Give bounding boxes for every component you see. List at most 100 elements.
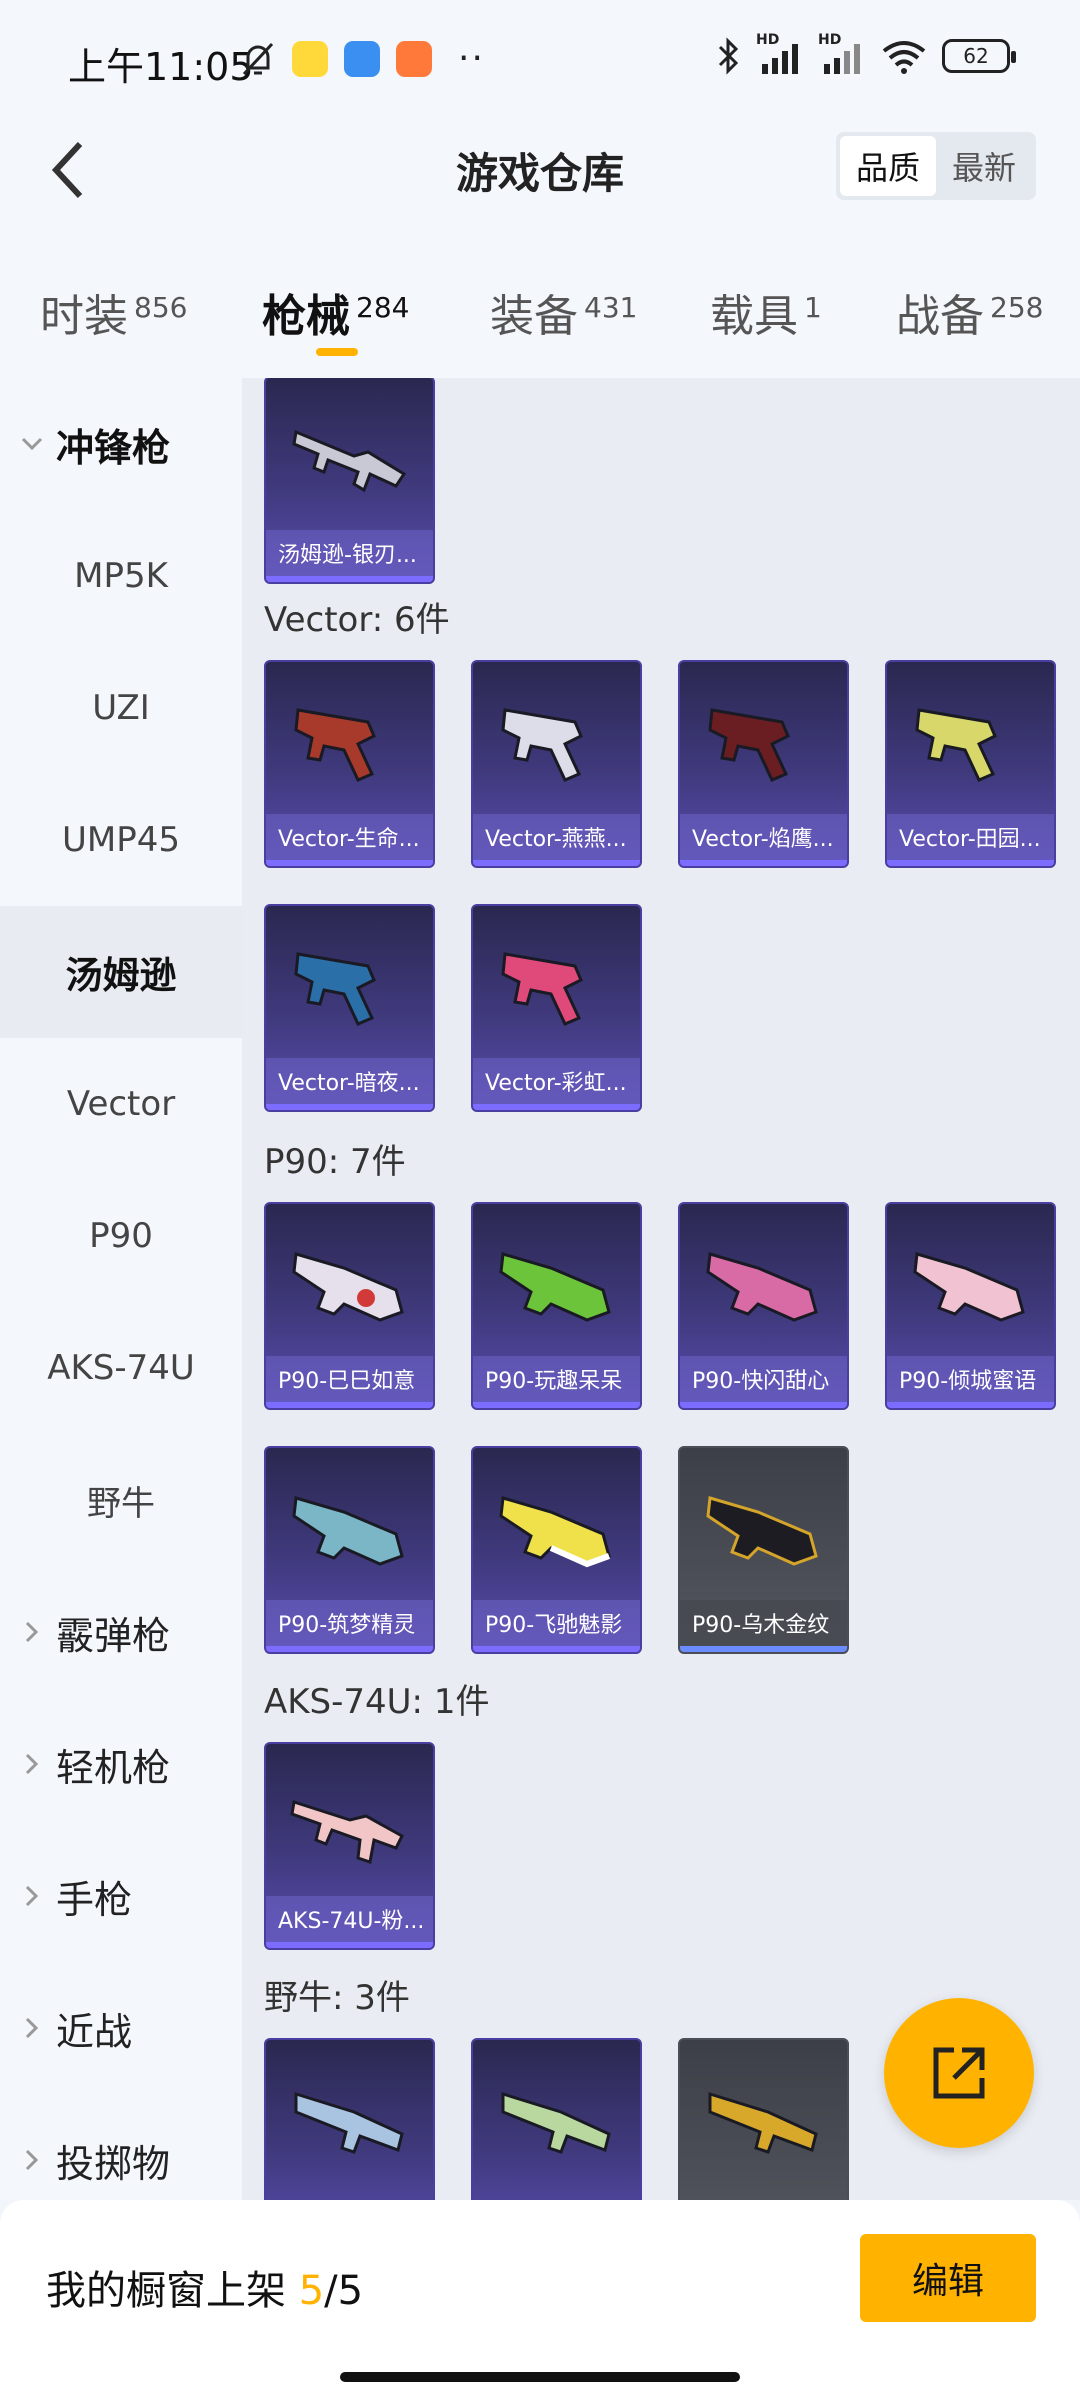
skin-card[interactable]: Vector-生命... — [264, 660, 435, 868]
cellular-signal-1-icon: HD — [756, 32, 804, 76]
skin-card[interactable]: Vector-焰鹰... — [678, 660, 849, 868]
sidebar-group-smg[interactable]: 冲锋枪 — [0, 378, 242, 510]
skin-name: P90-巳巳如意 — [266, 1356, 433, 1402]
battery-level: 62 — [963, 44, 989, 68]
sidebar-item-label: P90 — [89, 1216, 153, 1256]
sidebar-item-label: Vector — [66, 1084, 176, 1124]
cellular-signal-2-icon: HD — [818, 32, 866, 76]
skin-name: Vector-彩虹... — [473, 1058, 640, 1104]
skin-card[interactable]: Vector-田园... — [885, 660, 1056, 868]
section-title-p90: P90: 7件 — [264, 1142, 406, 1182]
wifi-icon — [882, 41, 926, 74]
skin-card[interactable]: AKS-74U-粉... — [264, 1742, 435, 1950]
skin-card[interactable] — [678, 2038, 849, 2200]
rarity-bar — [473, 1402, 640, 1408]
rarity-bar — [266, 1402, 433, 1408]
vector-skin-icon — [501, 952, 583, 1026]
tab-count: 856 — [134, 291, 188, 324]
status-icons-right: HD HD 62 — [716, 32, 1016, 76]
skin-card[interactable]: P90-乌木金纹 — [678, 1446, 849, 1654]
sort-option-latest[interactable]: 最新 — [936, 136, 1032, 196]
sidebar-group-lmg[interactable]: 轻机枪 — [0, 1698, 242, 1830]
sidebar-item-aks74u[interactable]: AKS-74U — [0, 1302, 242, 1434]
sidebar-group-pistol[interactable]: 手枪 — [0, 1830, 242, 1962]
section-title-vector: Vector: 6件 — [264, 600, 450, 640]
shop-app-icon — [396, 40, 432, 77]
bizon-skin-icon — [708, 2091, 818, 2154]
rarity-bar — [473, 1646, 640, 1652]
skin-name: P90-乌木金纹 — [680, 1600, 847, 1646]
sidebar-item-label: AKS-74U — [47, 1348, 195, 1388]
rarity-bar — [266, 1104, 433, 1110]
bluetooth-icon — [718, 37, 739, 75]
sidebar-item-p90[interactable]: P90 — [0, 1170, 242, 1302]
rarity-bar — [680, 1402, 847, 1408]
skin-card[interactable]: P90-玩趣呆呆 — [471, 1202, 642, 1410]
skin-card[interactable]: P90-筑梦精灵 — [264, 1446, 435, 1654]
weapon-type-sidebar: 冲锋枪 MP5K UZI UMP45 汤姆逊 Vector P90 AKS-74… — [0, 378, 242, 2200]
skin-card[interactable]: Vector-暗夜... — [264, 904, 435, 1112]
chevron-right-icon — [20, 1752, 44, 1776]
skin-card[interactable] — [264, 2038, 435, 2200]
skin-name: Vector-焰鹰... — [680, 814, 847, 860]
sidebar-item-thompson[interactable]: 汤姆逊 — [0, 906, 242, 1038]
sort-option-quality[interactable]: 品质 — [840, 136, 936, 196]
rarity-bar — [266, 860, 433, 866]
skin-card[interactable]: P90-倾城蜜语 — [885, 1202, 1056, 1410]
sidebar-item-bizon[interactable]: 野牛 — [0, 1434, 242, 1566]
skin-card[interactable]: P90-快闪甜心 — [678, 1202, 849, 1410]
skin-card[interactable]: Vector-彩虹... — [471, 904, 642, 1112]
p90-skin-icon — [499, 1252, 611, 1322]
section-title-aks74u: AKS-74U: 1件 — [264, 1682, 490, 1722]
skin-card[interactable] — [471, 2038, 642, 2200]
rarity-bar — [680, 1646, 847, 1652]
sidebar-item-label: 轻机枪 — [56, 1745, 171, 1790]
tab-label: 枪械 — [262, 291, 350, 342]
battery-icon: 62 — [942, 39, 1016, 73]
sort-toggle: 品质 最新 — [836, 132, 1036, 200]
skin-card[interactable]: Vector-燕燕... — [471, 660, 642, 868]
sidebar-item-uzi[interactable]: UZI — [0, 642, 242, 774]
skin-name: AKS-74U-粉... — [266, 1896, 433, 1942]
active-tab-indicator — [316, 348, 358, 356]
chevron-down-icon — [20, 432, 44, 456]
skin-card[interactable]: P90-飞驰魅影 — [471, 1446, 642, 1654]
skin-name: P90-快闪甜心 — [680, 1356, 847, 1402]
tab-firearms[interactable]: 枪械 284 — [262, 280, 409, 344]
skin-name: Vector-暗夜... — [266, 1058, 433, 1104]
tab-vehicles[interactable]: 载具 1 — [710, 280, 822, 344]
skin-name: Vector-燕燕... — [473, 814, 640, 860]
skin-name: P90-倾城蜜语 — [887, 1356, 1054, 1402]
sidebar-item-label: 冲锋枪 — [56, 425, 171, 470]
vector-skin-icon — [501, 708, 583, 782]
sidebar-item-ump45[interactable]: UMP45 — [0, 774, 242, 906]
skin-card[interactable]: P90-巳巳如意 — [264, 1202, 435, 1410]
status-icons-left: ·· — [240, 38, 485, 79]
p90-skin-icon — [706, 1496, 818, 1566]
showcase-total: /5 — [324, 2268, 364, 2314]
p90-skin-icon — [913, 1252, 1025, 1322]
aks-skin-icon — [290, 1800, 404, 1864]
sidebar-item-mp5k[interactable]: MP5K — [0, 510, 242, 642]
skin-card[interactable]: 汤姆逊-银刃... — [264, 378, 435, 584]
home-indicator[interactable] — [340, 2372, 740, 2382]
app-notification-icon — [292, 40, 328, 77]
tab-count: 431 — [584, 291, 638, 324]
tab-label: 战备 — [896, 291, 984, 342]
card-app-icon — [344, 40, 380, 77]
edit-button[interactable]: 编辑 — [860, 2234, 1036, 2322]
sidebar-group-throwable[interactable]: 投掷物 — [0, 2094, 242, 2200]
sidebar-item-label: 近战 — [56, 2009, 133, 2054]
bell-off-icon — [242, 42, 274, 75]
tab-equipment[interactable]: 装备 431 — [490, 280, 637, 344]
sidebar-group-shotgun[interactable]: 霰弹枪 — [0, 1566, 242, 1698]
tab-combat-supplies[interactable]: 战备 258 — [896, 280, 1043, 344]
tab-fashion[interactable]: 时装 856 — [40, 280, 187, 344]
sidebar-item-vector[interactable]: Vector — [0, 1038, 242, 1170]
share-button[interactable] — [884, 1998, 1034, 2148]
skin-grid: 汤姆逊-银刃... Vector: 6件 Vector-生命... Vector… — [242, 378, 1080, 2200]
status-bar: 上午11:05 ·· HD HD 62 — [0, 0, 1080, 118]
sidebar-group-melee[interactable]: 近战 — [0, 1962, 242, 2094]
rarity-bar — [680, 860, 847, 866]
skin-name: Vector-生命... — [266, 814, 433, 860]
